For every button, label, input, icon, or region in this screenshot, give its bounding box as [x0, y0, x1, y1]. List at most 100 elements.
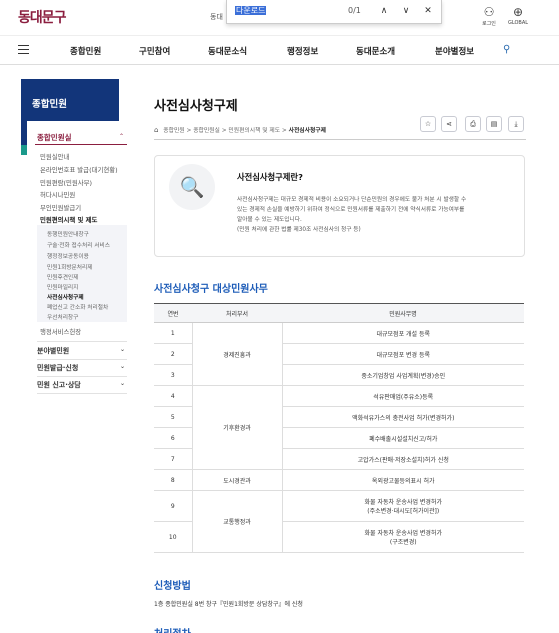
- print-icon[interactable]: ⎙: [465, 116, 481, 132]
- row-task-line: 화물 자동차 운송사업 변경허가: [364, 530, 442, 537]
- sidebar-sub-item-active[interactable]: 사전심사청구제: [47, 292, 84, 301]
- breadcrumb-current: 사전심사청구제: [288, 128, 326, 134]
- sidebar-item-kiosk[interactable]: 무인민원발급기: [40, 203, 81, 212]
- nav-item-civil[interactable]: 종합민원: [70, 45, 101, 57]
- star-icon[interactable]: ☆: [420, 116, 436, 132]
- menu-icon[interactable]: [18, 45, 29, 54]
- row-number: 4: [154, 385, 192, 407]
- find-query: 다운로드: [235, 6, 267, 15]
- sidebar-sub-item[interactable]: 동행민원안내창구: [47, 229, 89, 238]
- intro-box: 🔍 사전심사청구제란? 사전심사청구제는 대규모 경제적 비용이 소요되거나 단…: [154, 155, 525, 257]
- sidebar-sub-item[interactable]: 민원1회방문처리제: [47, 262, 92, 271]
- sidebar-item-manual[interactable]: 민원편람(민원사무): [40, 178, 92, 187]
- print-page-icon[interactable]: ▤: [486, 116, 502, 132]
- site-logo[interactable]: 동대문구: [18, 7, 67, 27]
- person-icon: ⚇: [483, 5, 495, 19]
- table-row: 8 도시경관과 옥외광고물등의표시 허가: [154, 469, 524, 491]
- row-number: 1: [154, 322, 192, 344]
- row-task: 폐수배출시설설치신고/허가: [282, 427, 524, 449]
- sidebar-item-info[interactable]: 민원실안내: [40, 152, 69, 161]
- row-task-line: (구조변경): [389, 539, 417, 546]
- row-number: 3: [154, 364, 192, 386]
- table-header: 연번: [154, 303, 192, 323]
- sidebar-sub-item[interactable]: 구술·전화 접수처리 서비스: [47, 240, 110, 249]
- table-row: 9 교통행정과 화물 자동차 운송사업 변경허가 (주소변경·대시도[허가이관]…: [154, 490, 524, 553]
- row-task-line: 화물 자동차 운송사업 변경허가: [364, 499, 442, 506]
- row-task-line: (주소변경·대시도[허가이관]): [367, 508, 440, 515]
- sidebar-sub-item[interactable]: 폐업신고 간소화 처리절차: [47, 302, 108, 311]
- global-button[interactable]: ⊕ GLOBAL: [504, 6, 532, 26]
- row-task: 화물 자동차 운송사업 변경허가 (주소변경·대시도[허가이관]): [282, 490, 524, 522]
- nav-item-participation[interactable]: 구민참여: [139, 45, 170, 57]
- sidebar-divider: [37, 376, 127, 377]
- row-task: 대규모점포 개설 등록: [282, 322, 524, 344]
- sidebar-divider: [37, 393, 127, 394]
- nav-item-news[interactable]: 동대문소식: [208, 45, 247, 57]
- table-header: 민원사무명: [282, 303, 524, 323]
- row-department: 도시경관과: [191, 469, 283, 491]
- download-icon[interactable]: ⤓: [508, 116, 524, 132]
- find-close-button[interactable]: ✕: [421, 4, 435, 18]
- login-label: 로그인: [482, 21, 496, 27]
- sidebar-divider: [37, 359, 127, 360]
- row-number: 9: [154, 490, 192, 522]
- row-task: 석유판매업(주유소)등록: [282, 385, 524, 407]
- row-number: 5: [154, 406, 192, 428]
- nav-item-admin[interactable]: 행정정보: [287, 45, 318, 57]
- title-divider: [154, 139, 526, 140]
- nav-item-about[interactable]: 동대문소개: [356, 45, 395, 57]
- find-next-button[interactable]: ∨: [399, 4, 413, 18]
- main-nav: 종합민원 구민참여 동대문소식 행정정보 동대문소개 분야별정보 ⚲: [0, 36, 559, 65]
- global-label: GLOBAL: [507, 20, 529, 26]
- table-header: 처리부서: [192, 303, 282, 323]
- login-button[interactable]: ⚇ 로그인: [478, 6, 500, 27]
- magnifier-document-icon: 🔍: [169, 164, 215, 210]
- top-bar-text: 동대: [210, 13, 223, 21]
- intro-title: 사전심사청구제란?: [237, 172, 303, 182]
- intro-line: 있는 경제적 손실을 예방하기 위하여 정식으로 민원서류를 제출하기 전에 약…: [237, 207, 465, 213]
- chevron-down-icon: ⌄: [119, 363, 125, 370]
- breadcrumb-item[interactable]: 민원편의시책 및 제도: [228, 128, 280, 134]
- intro-line: 사전심사청구제는 대규모 경제적 비용이 소요되거나 단순민원의 경우에도 불가…: [237, 197, 467, 203]
- intro-line: (민원 처리에 관한 법률 제30조 사전심사의 청구 등): [237, 227, 361, 233]
- find-bar: 다운로드 0/1 ∧ ∨ ✕: [226, 0, 442, 24]
- row-department: 기후환경과: [191, 385, 283, 470]
- share-icon[interactable]: ⋖: [441, 116, 457, 132]
- apply-text: 1층 종합민원실 8번 창구『민원1회방문 상담창구』에 신청: [154, 601, 303, 608]
- nav-item-fields[interactable]: 분야별정보: [435, 45, 474, 57]
- apply-section-title: 신청방법: [154, 581, 191, 592]
- sidebar-sub-item[interactable]: 민원마일리지: [47, 282, 78, 291]
- row-number: 10: [154, 521, 192, 553]
- chevron-down-icon: ⌄: [119, 346, 125, 353]
- row-department: 경제진흥과: [191, 322, 283, 386]
- find-prev-button[interactable]: ∧: [377, 4, 391, 18]
- sidebar-sub-item[interactable]: 우선처리창구: [47, 312, 78, 321]
- breadcrumb: ⌂ 종합민원 > 종합민원실 > 민원편의시책 및 제도 > 사전심사청구제: [154, 126, 326, 134]
- sidebar-sub-item[interactable]: 행정정보공동이용: [47, 251, 89, 260]
- row-number: 8: [154, 469, 192, 491]
- sidebar-section-underline: [35, 144, 127, 145]
- home-icon[interactable]: ⌂: [154, 126, 158, 134]
- sidebar-item-policy[interactable]: 민원편의시책 및 제도: [40, 215, 97, 224]
- row-task: 대규모점포 변경 등록: [282, 343, 524, 365]
- find-input[interactable]: 다운로드: [235, 5, 359, 19]
- sidebar-section[interactable]: 종합민원실: [37, 132, 72, 143]
- globe-icon: ⊕: [512, 5, 524, 19]
- sidebar-item-ticket[interactable]: 온라인번호표 발급(대기현황): [40, 165, 118, 174]
- sidebar-category[interactable]: 분야별민원 ⌄: [37, 346, 127, 356]
- row-task: 옥외광고물등의표시 허가: [282, 469, 524, 491]
- sidebar-divider: [37, 341, 127, 342]
- sidebar-category[interactable]: 민원 신고·상담 ⌄: [37, 380, 127, 390]
- sidebar-sub-item[interactable]: 민원후견인제: [47, 272, 78, 281]
- sidebar-category[interactable]: 민원발급·신청 ⌄: [37, 363, 127, 373]
- row-number: 2: [154, 343, 192, 365]
- row-task: 액화석유가스의 충전사업 허가(변경허가): [282, 406, 524, 428]
- find-count: 0/1: [348, 6, 361, 15]
- breadcrumb-item[interactable]: 종합민원: [163, 128, 184, 134]
- intro-line: 알아볼 수 있는 제도입니다.: [237, 217, 302, 223]
- sidebar-item-permit[interactable]: 허다시나민원: [40, 190, 75, 199]
- sidebar-item-charter[interactable]: 행정서비스헌장: [40, 327, 81, 336]
- table-section-title: 사전심사청구 대상민원사무: [154, 284, 268, 295]
- search-icon[interactable]: ⚲: [503, 44, 510, 55]
- breadcrumb-item[interactable]: 종합민원실: [193, 128, 220, 134]
